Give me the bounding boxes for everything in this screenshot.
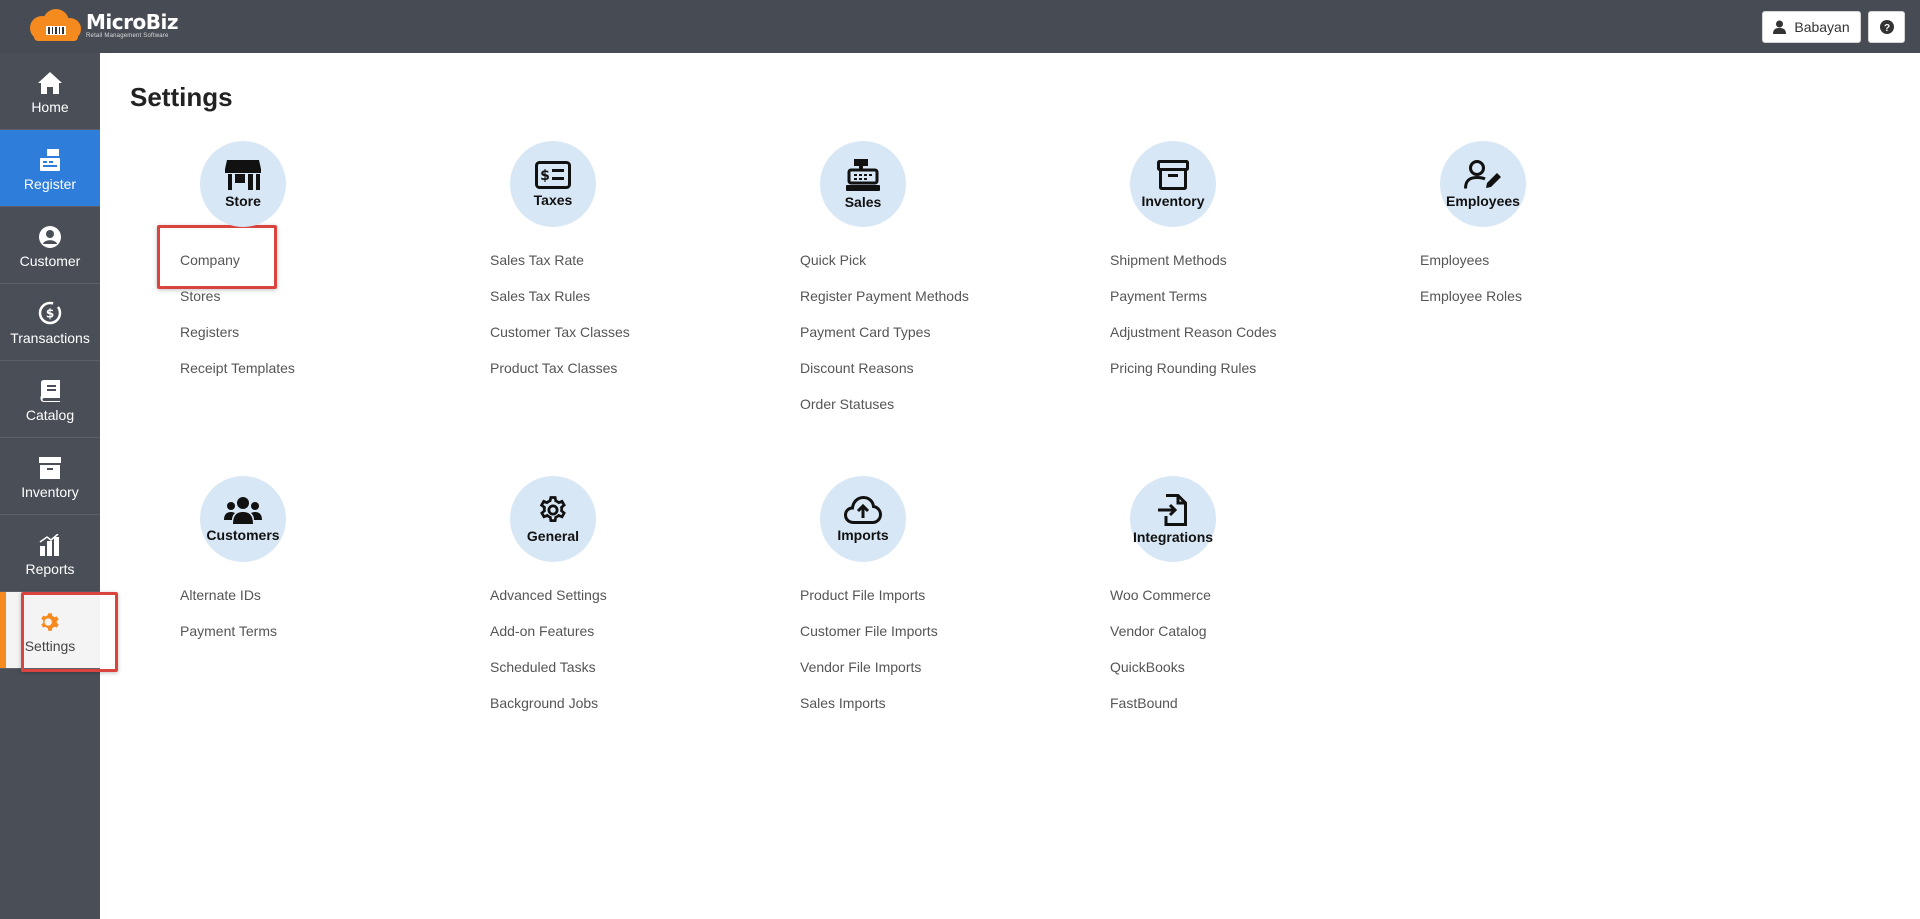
section-title: Taxes: [533, 191, 573, 208]
logo-cloud-icon: [24, 8, 84, 42]
sidebar-item-label: Register: [23, 175, 77, 192]
user-icon: [1773, 20, 1787, 34]
sidebar-item-label: Transactions: [10, 329, 90, 346]
user-edit-icon: [1464, 159, 1501, 189]
help-button[interactable]: ?: [1868, 11, 1905, 43]
section-header-integrations: Integrations: [1130, 476, 1216, 562]
section-header-general: General: [510, 476, 596, 562]
reports-icon: [39, 533, 59, 556]
section-header-employees: Employees: [1440, 141, 1526, 227]
sidebar-item-catalog[interactable]: Catalog: [0, 361, 100, 438]
page-title: Settings: [130, 82, 233, 112]
link-employees[interactable]: Employees: [1420, 252, 1522, 288]
archive-box-icon: [1157, 159, 1189, 190]
file-import-icon: [1158, 493, 1187, 526]
users-icon: [224, 496, 262, 524]
section-title: Integrations: [1132, 528, 1214, 545]
link-stores[interactable]: Stores: [180, 288, 295, 324]
link-sales-imports[interactable]: Sales Imports: [800, 695, 938, 731]
link-payment-terms[interactable]: Payment Terms: [1110, 288, 1277, 324]
link-add-on-features[interactable]: Add-on Features: [490, 623, 607, 659]
logo-title: MicroBiz: [86, 9, 178, 34]
link-scheduled-tasks[interactable]: Scheduled Tasks: [490, 659, 607, 695]
link-customer-file-imports[interactable]: Customer File Imports: [800, 623, 938, 659]
sidebar-item-label: Inventory: [21, 483, 79, 500]
section-header-store: Store: [200, 141, 286, 227]
section-title: Store: [225, 192, 261, 209]
section-title: Sales: [844, 193, 882, 210]
link-pricing-rounding-rules[interactable]: Pricing Rounding Rules: [1110, 360, 1277, 396]
link-vendor-catalog[interactable]: Vendor Catalog: [1110, 623, 1211, 659]
link-background-jobs[interactable]: Background Jobs: [490, 695, 607, 731]
link-company[interactable]: Company: [180, 252, 295, 288]
sidebar-item-reports[interactable]: Reports: [0, 515, 100, 592]
section-header-customers: Customers: [200, 476, 286, 562]
home-icon: [38, 71, 62, 94]
link-discount-reasons[interactable]: Discount Reasons: [800, 360, 969, 396]
link-fastbound[interactable]: FastBound: [1110, 695, 1211, 731]
link-registers[interactable]: Registers: [180, 324, 295, 360]
link-woo-commerce[interactable]: Woo Commerce: [1110, 587, 1211, 623]
section-title: Employees: [1446, 192, 1520, 209]
svg-text:$: $: [540, 168, 550, 184]
link-customer-tax-classes[interactable]: Customer Tax Classes: [490, 324, 630, 360]
link-sales-tax-rules[interactable]: Sales Tax Rules: [490, 288, 630, 324]
sidebar-item-inventory[interactable]: Inventory: [0, 438, 100, 515]
section-header-inventory: Inventory: [1130, 141, 1216, 227]
link-employee-roles[interactable]: Employee Roles: [1420, 288, 1522, 324]
sidebar-item-register[interactable]: Register: [0, 130, 100, 207]
transactions-icon: $: [38, 301, 62, 324]
svg-text:$: $: [46, 306, 54, 320]
user-menu-button[interactable]: Babayan: [1762, 11, 1861, 43]
link-product-file-imports[interactable]: Product File Imports: [800, 587, 938, 623]
sidebar-item-label: Settings: [24, 637, 76, 654]
sidebar-item-label: Catalog: [25, 406, 75, 423]
logo-subtitle: Retail Management Software: [86, 32, 169, 39]
sidebar-item-customer[interactable]: Customer: [0, 207, 100, 284]
sidebar-item-settings[interactable]: Settings: [0, 592, 100, 669]
link-register-payment-methods[interactable]: Register Payment Methods: [800, 288, 969, 324]
link-alternate-ids[interactable]: Alternate IDs: [180, 587, 277, 623]
svg-text:?: ?: [1883, 23, 1889, 34]
cash-register-icon: [846, 158, 880, 191]
link-payment-card-types[interactable]: Payment Card Types: [800, 324, 969, 360]
top-bar: MicroBiz Retail Management Software Baba…: [0, 0, 1920, 53]
link-product-tax-classes[interactable]: Product Tax Classes: [490, 360, 630, 396]
taxes-icon: $: [535, 160, 571, 189]
section-header-taxes: $ Taxes: [510, 141, 596, 227]
inventory-icon: [39, 456, 61, 479]
microbiz-logo[interactable]: MicroBiz Retail Management Software: [24, 8, 178, 42]
link-vendor-file-imports[interactable]: Vendor File Imports: [800, 659, 938, 695]
section-title: Customers: [206, 526, 280, 543]
user-name: Babayan: [1794, 19, 1850, 35]
link-quick-pick[interactable]: Quick Pick: [800, 252, 969, 288]
store-icon: [225, 159, 261, 190]
settings-icon: [41, 612, 59, 631]
section-title: Inventory: [1141, 192, 1205, 209]
customer-icon: [39, 225, 61, 248]
link-order-statuses[interactable]: Order Statuses: [800, 396, 969, 432]
link-shipment-methods[interactable]: Shipment Methods: [1110, 252, 1277, 288]
catalog-icon: [40, 379, 60, 402]
section-title: General: [526, 527, 580, 544]
link-customer-payment-terms[interactable]: Payment Terms: [180, 623, 277, 659]
link-advanced-settings[interactable]: Advanced Settings: [490, 587, 607, 623]
sidebar-item-transactions[interactable]: $ Transactions: [0, 284, 100, 361]
register-icon: [40, 148, 60, 171]
link-quickbooks[interactable]: QuickBooks: [1110, 659, 1211, 695]
link-adjustment-reason-codes[interactable]: Adjustment Reason Codes: [1110, 324, 1277, 360]
sidebar-item-label: Home: [31, 98, 69, 115]
sidebar-item-home[interactable]: Home: [0, 53, 100, 130]
link-receipt-templates[interactable]: Receipt Templates: [180, 360, 295, 396]
section-header-sales: Sales: [820, 141, 906, 227]
sidebar-item-label: Customer: [19, 252, 81, 269]
section-header-imports: Imports: [820, 476, 906, 562]
cloud-upload-icon: [844, 495, 882, 524]
gear-icon: [539, 495, 566, 522]
section-title: Imports: [837, 526, 889, 543]
help-icon: ?: [1879, 20, 1894, 34]
link-sales-tax-rate[interactable]: Sales Tax Rate: [490, 252, 630, 288]
sidebar: Home Register Customer $ Transactions Ca…: [0, 53, 100, 919]
sidebar-item-label: Reports: [25, 560, 75, 577]
